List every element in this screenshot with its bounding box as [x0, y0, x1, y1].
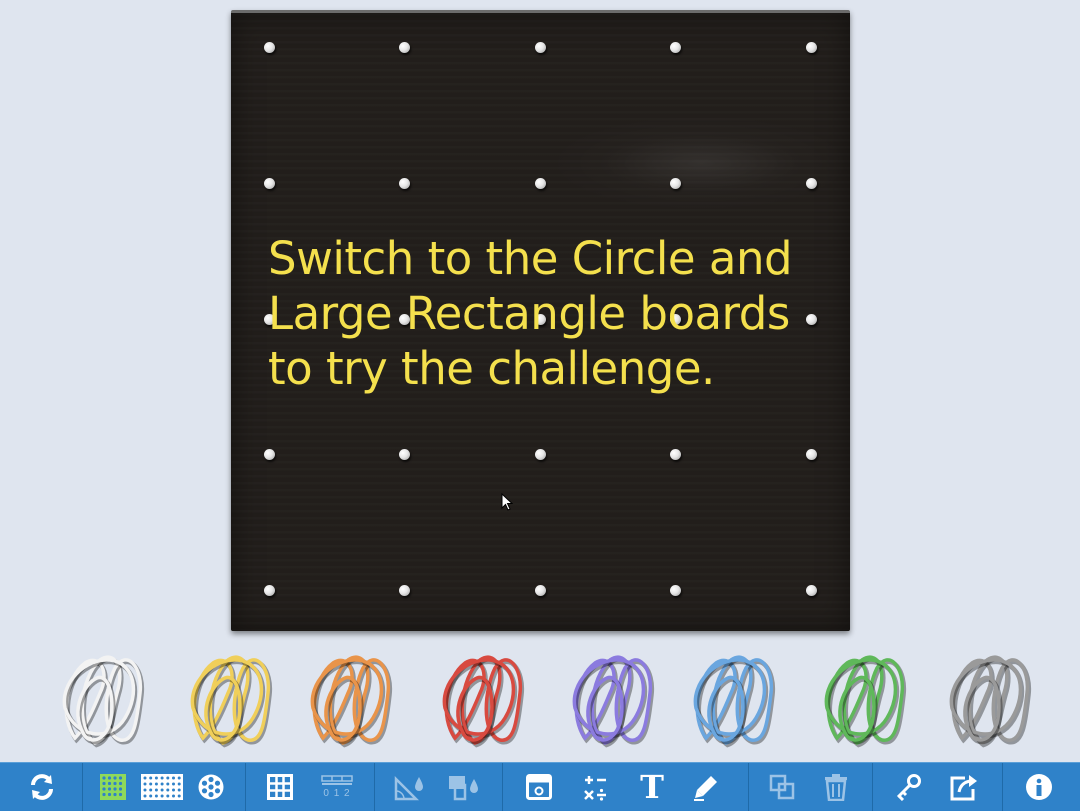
text-tool-button[interactable]: T — [632, 763, 672, 811]
peg[interactable] — [806, 42, 817, 53]
peg[interactable] — [806, 585, 817, 596]
duplicate-icon — [769, 774, 795, 800]
peg[interactable] — [670, 449, 681, 460]
peg[interactable] — [264, 449, 275, 460]
peg[interactable] — [670, 178, 681, 189]
share-button[interactable] — [942, 763, 986, 811]
reset-button[interactable] — [18, 763, 66, 811]
peg[interactable] — [535, 585, 546, 596]
peg[interactable] — [670, 585, 681, 596]
peg[interactable] — [399, 449, 410, 460]
label-card-icon — [526, 774, 552, 800]
key-button[interactable] — [888, 763, 928, 811]
peg[interactable] — [806, 449, 817, 460]
duplicate-button[interactable] — [762, 763, 802, 811]
toolbar: 0 1 2 T — [0, 762, 1080, 811]
peg[interactable] — [264, 585, 275, 596]
operations-tool-button[interactable] — [574, 763, 616, 811]
number-line-icon — [321, 775, 353, 785]
small-grid-icon — [100, 774, 126, 800]
peg[interactable] — [535, 449, 546, 460]
small-board-button[interactable] — [96, 763, 130, 811]
peg[interactable] — [670, 42, 681, 53]
number-line-button[interactable]: 0 1 2 — [314, 763, 360, 811]
board-message: Switch to the Circle and Large Rectangle… — [268, 232, 793, 395]
fill-tool-button[interactable] — [442, 763, 486, 811]
pen-tool-button[interactable] — [684, 763, 728, 811]
rubber-band-blue[interactable] — [686, 648, 776, 748]
mouse-pointer-icon — [501, 493, 514, 511]
rubber-band-gray[interactable] — [942, 648, 1032, 748]
geoboard[interactable]: Switch to the Circle and Large Rectangle… — [231, 10, 850, 631]
rubber-band-tray — [0, 640, 1080, 760]
key-icon — [896, 774, 921, 801]
circle-board-icon — [198, 774, 224, 800]
refresh-icon — [31, 774, 53, 800]
info-icon — [1026, 774, 1052, 800]
delete-button[interactable] — [816, 763, 856, 811]
angle-tool-button[interactable] — [390, 763, 430, 811]
peg[interactable] — [806, 178, 817, 189]
peg[interactable] — [399, 42, 410, 53]
share-icon — [950, 775, 977, 801]
peg[interactable] — [399, 585, 410, 596]
rubber-band-orange[interactable] — [303, 648, 393, 748]
trash-icon — [825, 774, 847, 801]
circle-board-button[interactable] — [194, 763, 228, 811]
peg[interactable] — [535, 178, 546, 189]
peg[interactable] — [264, 42, 275, 53]
rubber-band-green[interactable] — [817, 648, 907, 748]
peg[interactable] — [399, 178, 410, 189]
math-operations-icon — [584, 776, 606, 801]
grid-icon — [267, 774, 293, 800]
rubber-band-yellow[interactable] — [183, 648, 273, 748]
number-line-label: 0 1 2 — [323, 788, 351, 799]
large-rectangle-board-button[interactable] — [138, 763, 186, 811]
large-grid-icon — [141, 774, 183, 800]
rubber-band-white[interactable] — [55, 648, 145, 748]
peg[interactable] — [264, 178, 275, 189]
grid-lines-button[interactable] — [262, 763, 298, 811]
peg[interactable] — [535, 42, 546, 53]
triangle-drop-icon — [394, 775, 423, 801]
shape-drop-icon — [449, 776, 478, 801]
rubber-band-purple[interactable] — [565, 648, 655, 748]
text-tool-icon: T — [640, 768, 664, 806]
info-button[interactable] — [1018, 763, 1060, 811]
marker-icon — [694, 776, 717, 801]
label-tool-button[interactable] — [520, 763, 558, 811]
rubber-band-red[interactable] — [435, 648, 525, 748]
